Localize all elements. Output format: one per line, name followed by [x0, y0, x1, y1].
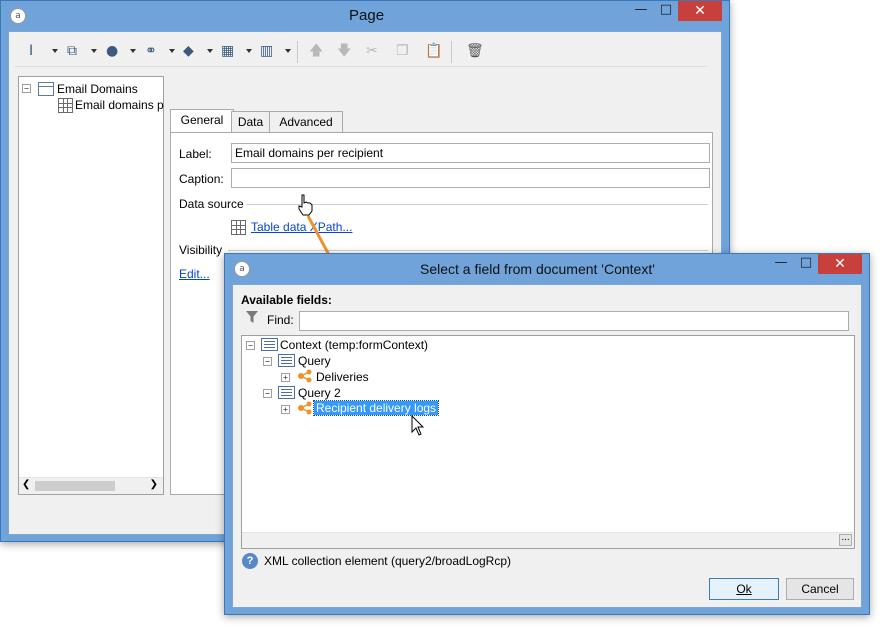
cut-icon[interactable]: ✂: [366, 43, 378, 59]
horizontal-scrollbar[interactable]: ❮ ❯: [19, 477, 163, 494]
link-icon[interactable]: ⚭: [145, 43, 157, 59]
move-down-icon[interactable]: 🡇: [337, 43, 351, 59]
tab-data[interactable]: Data: [231, 111, 270, 132]
list-icon: [278, 354, 295, 367]
chevron-down-icon[interactable]: [285, 49, 291, 53]
label-caption: Label:: [179, 147, 212, 161]
tree-item-query[interactable]: Query: [298, 354, 331, 368]
edit-visibility-link[interactable]: Edit...: [179, 267, 210, 281]
more-options-button[interactable]: ...: [839, 533, 852, 546]
page-window-title: Page: [349, 7, 385, 24]
expand-toggle[interactable]: +: [281, 373, 290, 382]
scroll-right-icon[interactable]: ❯: [150, 479, 158, 490]
collapse-toggle[interactable]: −: [246, 341, 255, 350]
tree-item-context[interactable]: Context (temp:formContext): [280, 338, 428, 352]
cancel-button-label: Cancel: [801, 582, 839, 596]
tree-item-email-domains[interactable]: Email Domains: [57, 82, 138, 96]
chevron-down-icon[interactable]: [52, 49, 58, 53]
collection-node-icon: [298, 401, 312, 415]
page-titlebar[interactable]: a Page — □ ✕: [1, 1, 729, 31]
dialog-close-button[interactable]: ✕: [818, 254, 862, 274]
caption-caption: Caption:: [179, 172, 224, 186]
list-icon: [278, 386, 295, 399]
text-cursor-icon[interactable]: Ⅰ: [29, 43, 33, 59]
available-fields-heading: Available fields:: [241, 293, 332, 307]
toolbar-separator: [297, 41, 298, 63]
minimize-button[interactable]: —: [628, 1, 654, 21]
find-input[interactable]: [299, 311, 849, 331]
toolbar-separator: [451, 41, 452, 63]
close-button[interactable]: ✕: [678, 1, 722, 21]
app-logo-icon: a: [234, 261, 250, 277]
tab-advanced[interactable]: Advanced: [269, 111, 343, 132]
select-field-dialog: a Select a field from document 'Context'…: [224, 253, 870, 615]
table-grid-icon: [231, 220, 246, 235]
dialog-client-area: Available fields: Find: − Context (temp:…: [232, 284, 862, 608]
expand-toggle[interactable]: +: [281, 405, 290, 414]
dialog-minimize-button[interactable]: —: [768, 254, 794, 274]
collapse-toggle[interactable]: −: [263, 357, 272, 366]
ok-button-label: Ok: [736, 582, 752, 596]
copy-icon[interactable]: ❐: [396, 43, 409, 59]
delete-icon[interactable]: 🗑: [466, 43, 484, 59]
grid-icon[interactable]: ▦: [221, 43, 234, 59]
collection-node-icon: [298, 369, 312, 383]
ok-button[interactable]: Ok: [709, 578, 779, 600]
move-up-icon[interactable]: 🡅: [309, 43, 323, 59]
filter-icon: [246, 311, 258, 323]
layers-icon[interactable]: ◆: [183, 43, 194, 59]
chevron-down-icon[interactable]: [91, 49, 97, 53]
caption-field[interactable]: [231, 168, 710, 188]
scrollbar-thumb[interactable]: [35, 481, 115, 491]
datasource-heading: Data source: [179, 197, 244, 211]
tree-bottom-bar: ...: [242, 532, 854, 548]
list-icon: [261, 338, 278, 351]
maximize-button[interactable]: □: [654, 1, 678, 21]
tree-item-query-2[interactable]: Query 2: [298, 386, 341, 400]
find-label: Find:: [267, 313, 294, 327]
fields-tree: − Context (temp:formContext) − Query + D…: [241, 335, 855, 549]
collapse-toggle[interactable]: −: [22, 84, 31, 93]
status-text: XML collection element (query2/broadLogR…: [264, 554, 512, 568]
table-grid-icon: [58, 98, 73, 113]
tab-general[interactable]: General: [170, 109, 234, 132]
scroll-left-icon[interactable]: ❮: [22, 479, 30, 490]
globe-icon[interactable]: ●: [106, 43, 118, 59]
dialog-title: Select a field from document 'Context': [420, 261, 655, 277]
help-icon: ?: [242, 553, 258, 569]
chevron-down-icon[interactable]: [169, 49, 175, 53]
tree-item-deliveries[interactable]: Deliveries: [316, 370, 369, 384]
page-icon: [38, 82, 54, 96]
chevron-down-icon[interactable]: [130, 49, 136, 53]
tree-item-email-domains-per[interactable]: Email domains p: [75, 98, 164, 112]
app-logo-icon: a: [10, 8, 26, 24]
arrow-cursor-icon: [411, 415, 425, 436]
label-field[interactable]: Email domains per recipient: [231, 143, 710, 163]
dialog-titlebar[interactable]: a Select a field from document 'Context'…: [225, 254, 869, 284]
chevron-down-icon[interactable]: [246, 49, 252, 53]
dialog-maximize-button[interactable]: □: [794, 254, 818, 274]
tree-item-recipient-delivery-logs[interactable]: Recipient delivery logs: [312, 400, 440, 416]
visibility-heading: Visibility: [179, 243, 223, 257]
toolbar: Ⅰ ⧉ ● ⚭ ◆ ▦ ▥ 🡅 🡇 ✂ ❐ 📋 🗑: [15, 36, 707, 67]
paste-icon[interactable]: 📋: [425, 43, 442, 59]
structure-tree: − Email Domains Email domains p ❮ ❯: [18, 76, 164, 495]
chevron-down-icon[interactable]: [207, 49, 213, 53]
cancel-button[interactable]: Cancel: [786, 578, 854, 600]
input-field-icon[interactable]: ⧉: [67, 43, 77, 59]
collapse-toggle[interactable]: −: [263, 389, 272, 398]
columns-icon[interactable]: ▥: [260, 43, 273, 59]
